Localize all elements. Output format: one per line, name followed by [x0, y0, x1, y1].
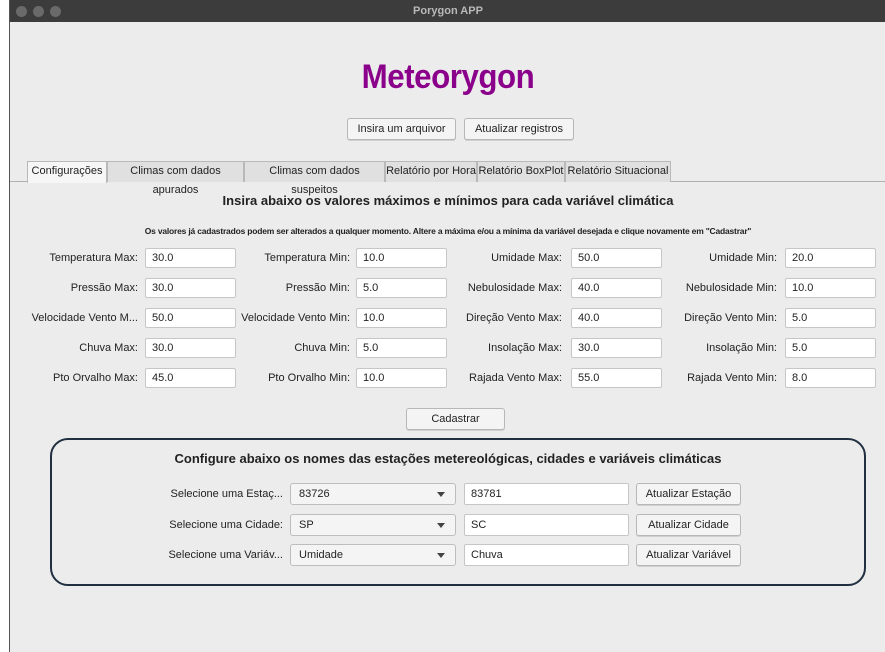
- insolacao-min-label: Insolação Min:: [706, 342, 777, 354]
- city-select[interactable]: SP: [290, 514, 456, 536]
- umid-min-label: Umidade Min:: [709, 252, 777, 264]
- umid-max-label: Umidade Max:: [491, 252, 562, 264]
- vento-dir-min-field[interactable]: 5.0: [785, 308, 876, 328]
- window-title: Porygon APP: [413, 5, 483, 17]
- pressao-max-field[interactable]: 30.0: [145, 278, 236, 298]
- chuva-min-field[interactable]: 5.0: [356, 338, 447, 358]
- tab-climas-apurados[interactable]: Climas com dados apurados: [107, 161, 244, 196]
- vento-vel-max-label: Velocidade Vento M...: [31, 312, 138, 324]
- variable-select[interactable]: Umidade: [290, 544, 456, 566]
- variable-select-label: Selecione uma Variáv...: [168, 549, 283, 561]
- city-selected-value: SP: [299, 519, 314, 531]
- nebulosidade-max-field[interactable]: 40.0: [571, 278, 662, 298]
- chevron-down-icon: [437, 523, 445, 528]
- limits-note: Os valores já cadastrados podem ser alte…: [144, 226, 752, 236]
- cadastrar-button[interactable]: Cadastrar: [406, 408, 505, 430]
- rajada-max-label: Rajada Vento Max:: [469, 372, 562, 384]
- rajada-min-field[interactable]: 8.0: [785, 368, 876, 388]
- vento-vel-min-field[interactable]: 10.0: [356, 308, 447, 328]
- insolacao-max-label: Insolação Max:: [488, 342, 562, 354]
- nebulosidade-max-label: Nebulosidade Max:: [467, 282, 562, 294]
- insolacao-min-field[interactable]: 5.0: [785, 338, 876, 358]
- window-controls: [16, 6, 61, 17]
- minimize-window-button[interactable]: [33, 6, 44, 17]
- orvalho-min-field[interactable]: 10.0: [356, 368, 447, 388]
- chuva-max-label: Chuva Max:: [79, 342, 138, 354]
- temp-min-label: Temperatura Min:: [264, 252, 350, 264]
- title-bar: Porygon APP: [10, 0, 885, 22]
- pressao-max-label: Pressão Max:: [70, 282, 138, 294]
- update-variable-button[interactable]: Atualizar Variável: [636, 544, 741, 566]
- orvalho-max-field[interactable]: 45.0: [145, 368, 236, 388]
- chuva-max-field[interactable]: 30.0: [145, 338, 236, 358]
- tab-relatorio-boxplot[interactable]: Relatório BoxPlot: [477, 161, 565, 182]
- chuva-min-label: Chuva Min:: [294, 342, 350, 354]
- rajada-min-label: Rajada Vento Min:: [687, 372, 777, 384]
- limits-heading: Insira abaixo os valores máximos e mínim…: [222, 193, 674, 208]
- umid-min-field[interactable]: 20.0: [785, 248, 876, 268]
- orvalho-min-label: Pto Orvalho Min:: [268, 372, 350, 384]
- temp-min-field[interactable]: 10.0: [356, 248, 447, 268]
- temp-max-field[interactable]: 30.0: [145, 248, 236, 268]
- vento-dir-max-field[interactable]: 40.0: [571, 308, 662, 328]
- update-records-button[interactable]: Atualizar registros: [464, 118, 574, 140]
- pressao-min-field[interactable]: 5.0: [356, 278, 447, 298]
- close-window-button[interactable]: [16, 6, 27, 17]
- city-select-label: Selecione uma Cidade:: [169, 519, 283, 531]
- vento-dir-max-label: Direção Vento Max:: [466, 312, 562, 324]
- vento-vel-min-label: Velocidade Vento Min:: [241, 312, 350, 324]
- station-select[interactable]: 83726: [290, 483, 456, 505]
- chevron-down-icon: [437, 492, 445, 497]
- update-station-button[interactable]: Atualizar Estação: [636, 483, 741, 505]
- nebulosidade-min-label: Nebulosidade Min:: [685, 282, 777, 294]
- vento-dir-min-label: Direção Vento Min:: [684, 312, 777, 324]
- umid-max-field[interactable]: 50.0: [571, 248, 662, 268]
- orvalho-max-label: Pto Orvalho Max:: [53, 372, 138, 384]
- insolacao-max-field[interactable]: 30.0: [571, 338, 662, 358]
- app-title: Meteorygon: [361, 58, 535, 96]
- maximize-window-button[interactable]: [50, 6, 61, 17]
- app-window: Porygon APP Meteorygon Insira um arquivo…: [9, 0, 885, 652]
- chevron-down-icon: [437, 553, 445, 558]
- variable-selected-value: Umidade: [299, 549, 344, 561]
- variable-name-field[interactable]: Chuva: [464, 544, 629, 566]
- insert-file-button[interactable]: Insira um arquivor: [347, 118, 456, 140]
- update-city-button[interactable]: Atualizar Cidade: [636, 514, 741, 536]
- names-heading: Configure abaixo os nomes das estações m…: [174, 451, 722, 466]
- station-select-label: Selecione uma Estaç...: [170, 488, 283, 500]
- tab-relatorio-situacional[interactable]: Relatório Situacional: [565, 161, 671, 182]
- vento-vel-max-field[interactable]: 50.0: [145, 308, 236, 328]
- city-name-field[interactable]: SC: [464, 514, 629, 536]
- temp-max-label: Temperatura Max:: [49, 252, 138, 264]
- tab-bar: Configurações Climas com dados apurados …: [10, 160, 885, 196]
- pressao-min-label: Pressão Min:: [285, 282, 350, 294]
- nebulosidade-min-field[interactable]: 10.0: [785, 278, 876, 298]
- station-selected-value: 83726: [299, 488, 330, 500]
- tab-relatorio-hora[interactable]: Relatório por Hora: [385, 161, 477, 182]
- tab-configuracoes[interactable]: Configurações: [27, 161, 107, 183]
- station-name-field[interactable]: 83781: [464, 483, 629, 505]
- rajada-max-field[interactable]: 55.0: [571, 368, 662, 388]
- tab-climas-suspeitos[interactable]: Climas com dados suspeitos: [244, 161, 385, 196]
